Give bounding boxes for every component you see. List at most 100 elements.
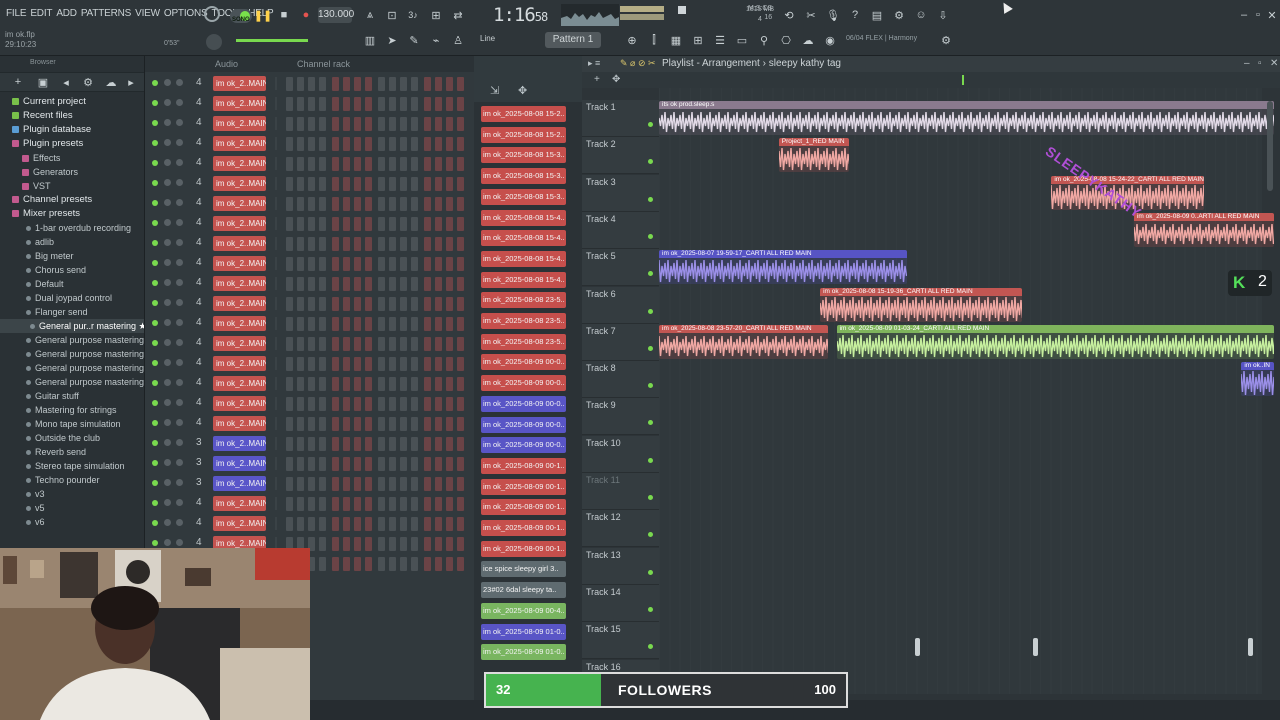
step-button[interactable] xyxy=(411,397,418,411)
step-button[interactable] xyxy=(378,397,385,411)
channel-select-indicator[interactable] xyxy=(275,377,277,390)
mixer-insert-item[interactable]: im ok_2025-08-09 00-4.. xyxy=(481,602,566,619)
step-button[interactable] xyxy=(308,157,315,171)
mixer-insert-item[interactable]: im ok_2025-08-08 23-5.. xyxy=(481,333,566,350)
link-icon[interactable]: ⌁ xyxy=(428,32,444,48)
record-button[interactable]: ● xyxy=(298,7,314,23)
step-button[interactable] xyxy=(435,297,442,311)
step-button[interactable] xyxy=(457,557,464,571)
step-button[interactable] xyxy=(365,377,372,391)
step-button[interactable] xyxy=(286,497,293,511)
automation-point[interactable] xyxy=(915,638,920,656)
step-button[interactable] xyxy=(365,77,372,91)
step-button[interactable] xyxy=(354,437,361,451)
step-button[interactable] xyxy=(378,237,385,251)
chat-icon[interactable]: ☺ xyxy=(913,7,929,23)
step-button[interactable] xyxy=(343,497,350,511)
video-icon[interactable]: ◉ xyxy=(822,32,838,48)
browser-gear-icon[interactable]: ⚙ xyxy=(80,74,96,90)
channel-name-button[interactable]: im ok_2..MAIN xyxy=(213,76,266,91)
step-button[interactable] xyxy=(319,257,326,271)
channel-mute-led[interactable] xyxy=(152,500,158,506)
step-button[interactable] xyxy=(343,457,350,471)
step-button[interactable] xyxy=(319,437,326,451)
step-button[interactable] xyxy=(319,417,326,431)
step-button[interactable] xyxy=(400,497,407,511)
step-button[interactable] xyxy=(389,77,396,91)
step-button[interactable] xyxy=(411,117,418,131)
step-button[interactable] xyxy=(389,277,396,291)
step-button[interactable] xyxy=(286,237,293,251)
channel-name-button[interactable]: im ok_2..MAIN xyxy=(213,276,266,291)
step-button[interactable] xyxy=(400,197,407,211)
browser-item[interactable]: Generators xyxy=(0,165,144,179)
step-button[interactable] xyxy=(297,177,304,191)
step-button[interactable] xyxy=(435,177,442,191)
step-button[interactable] xyxy=(446,477,453,491)
pattern-selector[interactable]: Pattern 1 xyxy=(545,32,601,48)
step-button[interactable] xyxy=(319,137,326,151)
step-button[interactable] xyxy=(435,357,442,371)
step-button[interactable] xyxy=(378,297,385,311)
track-enable-led[interactable] xyxy=(648,122,653,127)
step-edit-icon[interactable]: ⊞ xyxy=(428,7,444,23)
channel-name-button[interactable]: im ok_2..MAIN xyxy=(213,456,266,471)
channel-mute-led[interactable] xyxy=(152,260,158,266)
step-button[interactable] xyxy=(332,397,339,411)
browser-item[interactable]: v5 xyxy=(0,501,144,515)
step-button[interactable] xyxy=(308,397,315,411)
browser-file-icon[interactable]: ▣ xyxy=(35,74,51,90)
step-button[interactable] xyxy=(297,137,304,151)
step-button[interactable] xyxy=(457,377,464,391)
step-button[interactable] xyxy=(400,537,407,551)
audio-clip[interactable]: Project_1_RED MAIN xyxy=(778,138,849,173)
step-button[interactable] xyxy=(424,197,431,211)
step-button[interactable] xyxy=(446,217,453,231)
step-button[interactable] xyxy=(389,117,396,131)
step-button[interactable] xyxy=(354,397,361,411)
step-button[interactable] xyxy=(332,117,339,131)
channel-volume-knob[interactable] xyxy=(176,239,183,246)
step-button[interactable] xyxy=(457,457,464,471)
piano-roll-icon[interactable]: ▦ xyxy=(668,32,684,48)
step-button[interactable] xyxy=(308,217,315,231)
channel-name-button[interactable]: im ok_2..MAIN xyxy=(213,216,266,231)
step-button[interactable] xyxy=(400,117,407,131)
step-button[interactable] xyxy=(424,297,431,311)
channel-select-indicator[interactable] xyxy=(275,277,277,290)
mixer-insert-item[interactable]: im ok_2025-08-09 01-0.. xyxy=(481,644,566,661)
step-button[interactable] xyxy=(332,437,339,451)
mixer-insert-item[interactable]: im ok_2025-08-09 00-0.. xyxy=(481,437,566,454)
channel-mixer-number[interactable]: 4 xyxy=(196,157,202,168)
channel-mixer-number[interactable]: 4 xyxy=(196,537,202,548)
step-button[interactable] xyxy=(354,137,361,151)
step-button[interactable] xyxy=(354,97,361,111)
channel-pan-knob[interactable] xyxy=(164,219,171,226)
channel-mixer-number[interactable]: 3 xyxy=(196,477,202,488)
step-button[interactable] xyxy=(343,177,350,191)
browser-item[interactable]: VST xyxy=(0,179,144,193)
touch-keyboard-icon[interactable]: ⎔ xyxy=(778,32,794,48)
channel-name-button[interactable]: im ok_2..MAIN xyxy=(213,396,266,411)
track-header[interactable]: Track 8 xyxy=(582,361,659,399)
step-button[interactable] xyxy=(378,257,385,271)
step-button[interactable] xyxy=(446,237,453,251)
step-button[interactable] xyxy=(286,177,293,191)
mixer-insert-item[interactable]: im ok_2025-08-08 23-5.. xyxy=(481,313,566,329)
step-button[interactable] xyxy=(424,217,431,231)
channel-name-button[interactable]: im ok_2..MAIN xyxy=(213,196,266,211)
step-button[interactable] xyxy=(457,97,464,111)
audio-clip[interactable]: im ok..IN xyxy=(1241,362,1275,397)
browser-item[interactable]: Mono tape simulation xyxy=(0,417,144,431)
browser-item[interactable]: Plugin database xyxy=(0,123,144,137)
mixer-insert-item[interactable]: im ok_2025-08-08 15-3.. xyxy=(481,168,566,185)
step-button[interactable] xyxy=(378,377,385,391)
channel-pan-knob[interactable] xyxy=(164,539,171,546)
step-button[interactable] xyxy=(343,437,350,451)
channel-row[interactable]: 4 im ok_2..MAIN xyxy=(145,394,474,414)
step-button[interactable] xyxy=(286,97,293,111)
step-button[interactable] xyxy=(424,557,431,571)
step-button[interactable] xyxy=(354,557,361,571)
metronome-icon[interactable]: ⩓ xyxy=(362,7,378,23)
channel-mixer-number[interactable]: 4 xyxy=(196,517,202,528)
